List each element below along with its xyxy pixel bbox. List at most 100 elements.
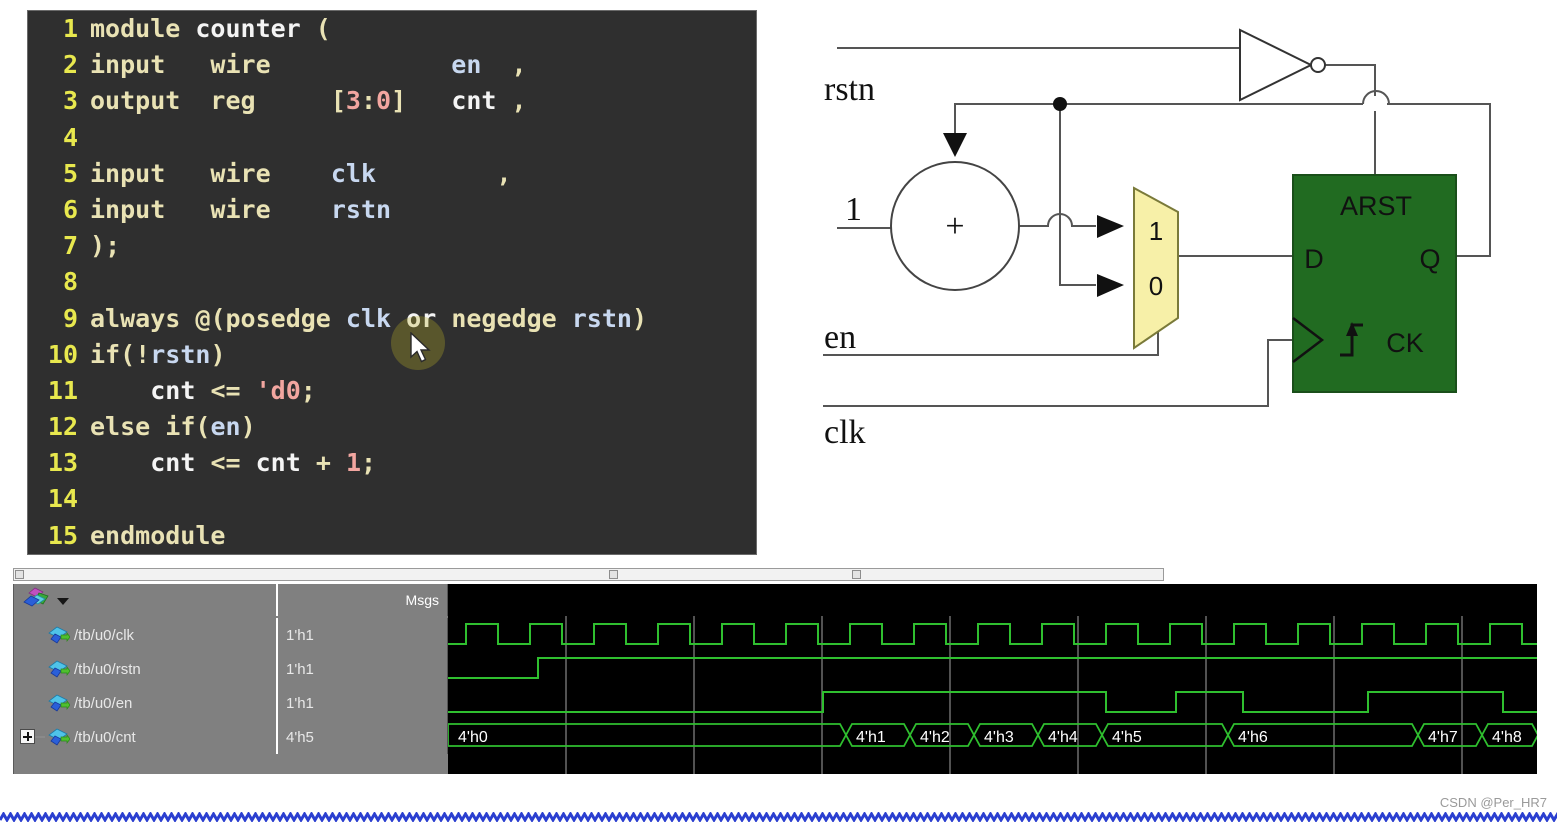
signal-name-cell[interactable]: /tb/u0/rstn [14,652,278,686]
signal-name-cell[interactable]: /tb/u0/clk [14,618,278,652]
counter-schematic-diagram: + 1 0 ARST D Q CK rstn 1 en clk [823,28,1491,451]
code-editor-panel[interactable]: 1 module counter (2 input wire en , 3 output… [27,10,757,555]
code-line[interactable]: 7); [28,228,756,264]
code-line-number: 4 [62,122,78,152]
chevron-down-icon[interactable] [56,596,70,606]
code-line-number: 8 [62,267,78,297]
signal-value-cell: 4'h5 [278,720,448,754]
mux-select-1-label: 1 [1149,216,1163,246]
label-clk: clk [824,414,866,451]
waveform-body: Msgs /tb/u0/clk 1'h1/tb/u0/rstn 1'h1/tb/u0… [13,584,1537,774]
signal-name-cell[interactable]: /tb/u0/cnt [14,720,278,754]
code-line-text: input wire en , [90,50,527,80]
waveform-bus-value-label: 4'h5 [1112,729,1142,746]
code-line[interactable]: 4 [28,120,756,156]
waveform-bus-value-label: 4'h6 [1238,729,1268,746]
flipflop-d-label: D [1304,244,1324,274]
waveform-bus-value-label: 4'h0 [458,729,488,746]
code-line[interactable]: 3 output reg [3:0] cnt , [28,83,756,119]
mux-symbol [1133,186,1179,350]
arrow-mux-in-0 [1097,274,1124,297]
waveform-bus-segment [447,723,848,747]
code-line[interactable]: 2 input wire en , [28,47,756,83]
waveform-canvas[interactable]: 4'h0 4'h1 4'h2 4'h3 4'h4 4'h5 4'h6 4'h7 4'h8 [447,616,1537,774]
code-line-number: 10 [47,339,78,369]
expand-plus-icon[interactable] [20,729,35,744]
waveform-trace-en [448,691,1537,713]
signal-path-label: /tb/u0/clk [74,626,135,644]
header-msgs-label: Msgs [278,584,448,616]
flipflop-ck-label: CK [1386,328,1424,358]
waveform-bus-value-label: 4'h8 [1492,729,1522,746]
code-line-text: module counter ( [90,14,331,43]
signal-value-cell: 1'h1 [278,618,448,652]
splitter-grip-right[interactable] [852,570,861,579]
signal-path-label: /tb/u0/cnt [74,728,136,746]
code-line-number: 7 [62,231,78,261]
label-en: en [824,319,856,356]
code-line-text: else if(en) [90,412,256,442]
signal-value-cell: 1'h1 [278,686,448,720]
code-line[interactable]: 14 [28,481,756,517]
label-rstn: rstn [824,71,875,108]
code-line-number: 15 [47,520,78,550]
decorative-bottom-wave [0,812,1557,822]
waveform-bus-value-label: 4'h4 [1048,729,1078,746]
arrow-mux-in-1 [1097,215,1124,238]
waveform-header-row: Msgs [14,584,1537,616]
header-wave-area [448,584,1537,616]
waveform-trace-rstn [448,657,1537,679]
code-line-number: 11 [47,375,78,405]
signal-diamond-icon [48,626,70,644]
code-line-number: 14 [47,484,78,514]
code-line-text: if(!rstn) [90,339,226,369]
signal-diamond-icon [48,728,70,746]
panel-splitter-bar[interactable] [13,568,1164,581]
code-line-text: output reg [3:0] cnt , [90,86,527,116]
code-line[interactable]: 11 cnt <= 'd0; [28,373,756,409]
wave-object-icon[interactable] [22,587,52,613]
adder-plus-label: + [945,208,964,245]
arrow-into-adder [943,133,967,157]
code-line[interactable]: 9 always @(posedge clk or negedge rstn) [28,301,756,337]
waveform-bus-value-label: 4'h7 [1428,729,1458,746]
code-line-text: ); [90,231,121,261]
code-line[interactable]: 5 input wire clk , [28,156,756,192]
splitter-grip-left[interactable] [15,570,24,579]
code-line[interactable]: 10 if(!rstn) [28,337,756,373]
code-line[interactable]: 15 endmodule [28,518,756,554]
waveform-trace-clk [448,623,1537,645]
signal-name-cell[interactable]: /tb/u0/en [14,686,278,720]
waveform-bus-value-label: 4'h3 [984,729,1014,746]
code-line[interactable]: 8 [28,264,756,300]
header-name-column [14,584,278,616]
mux-select-0-label: 0 [1149,271,1163,301]
waveform-bus-value-label: 4'h2 [920,729,950,746]
code-lines-container: 1 module counter (2 input wire en , 3 output… [28,11,756,554]
code-line-text: always @(posedge clk or negedge rstn) [90,303,648,333]
code-line-text: input wire clk , [90,158,512,188]
code-line-number: 12 [47,412,78,442]
signal-diamond-icon [48,694,70,712]
flipflop-arst-label: ARST [1340,191,1412,221]
code-line-number: 3 [62,86,78,116]
label-const-one: 1 [845,191,862,228]
inverter-triangle [1239,28,1314,102]
wire-junction-dot [1053,97,1067,111]
watermark-text: CSDN @Per_HR7 [1439,795,1547,810]
signal-diamond-icon [48,660,70,678]
code-line-text: cnt <= 'd0; [150,375,316,405]
signal-path-label: /tb/u0/rstn [74,660,141,678]
splitter-grip-middle[interactable] [609,570,618,579]
code-line-number: 13 [47,448,78,478]
flipflop-q-label: Q [1419,244,1440,274]
expander-connector [35,736,45,738]
inverter-bubble [1310,57,1326,73]
code-line[interactable]: 12 else if(en) [28,409,756,445]
code-line[interactable]: 6 input wire rstn [28,192,756,228]
signal-value-cell: 1'h1 [278,652,448,686]
code-line-text: input wire rstn [90,194,392,224]
code-line[interactable]: 13 cnt <= cnt + 1; [28,445,756,481]
code-line[interactable]: 1 module counter ( [28,11,756,47]
waveform-bus-value-label: 4'h1 [856,729,886,746]
